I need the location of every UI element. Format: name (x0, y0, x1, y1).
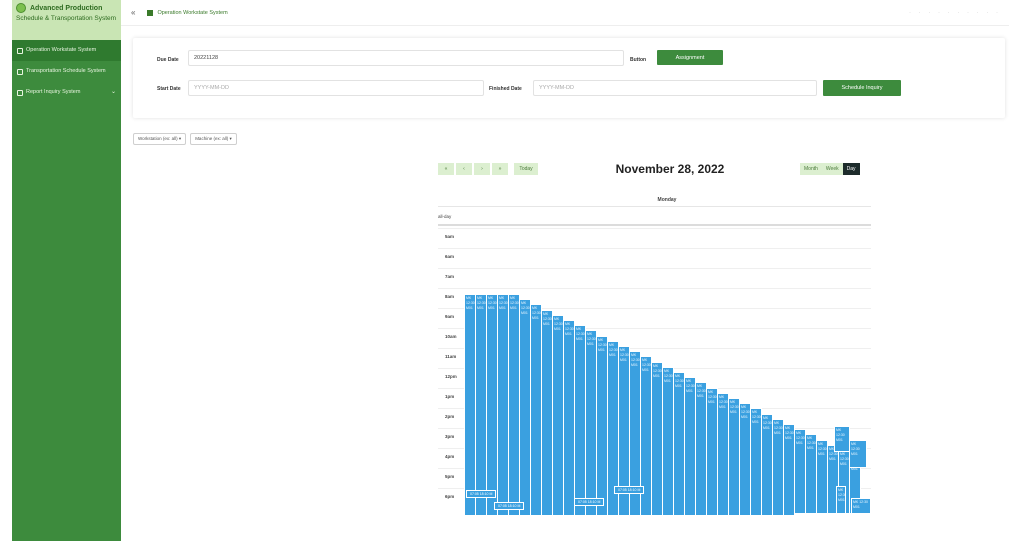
calendar-title: November 28, 2022 (615, 162, 725, 176)
logo-icon (16, 3, 26, 13)
chevron-down-icon: ⌄ (110, 89, 116, 95)
prev-button[interactable]: ‹ (456, 163, 472, 175)
next-button[interactable]: › (474, 163, 490, 175)
assignment-button[interactable]: Assignment (657, 50, 723, 65)
schedule-inquiry-button[interactable]: Schedule Inquiry (823, 80, 901, 96)
hour-label: 2pm (445, 414, 455, 419)
sidebar-item-transportation[interactable]: Transportation Schedule System (12, 61, 121, 82)
hour-label: 9am (445, 314, 455, 319)
collapse-menu-icon[interactable]: « (131, 8, 135, 17)
calendar-event[interactable]: MK 12:30 M01 (851, 498, 871, 514)
month-view-button[interactable]: Month (800, 163, 822, 175)
sidebar-item-operation[interactable]: Operation Workstate System (12, 40, 121, 61)
time-grid: 5am 6am 7am 8am 9am 10am 11am 12pm 1pm 2pm 3pm 4pm 5… (438, 228, 871, 518)
hour-label: 6am (445, 254, 455, 259)
finished-date-label: Finished Date (489, 86, 522, 92)
brand-title: Advanced Production (30, 4, 103, 12)
prev-year-button[interactable]: « (438, 163, 454, 175)
truck-icon (17, 69, 23, 75)
button-label: Button (630, 57, 647, 63)
filter-bar: Workstation (ex: all) ▾ Machine (ex: all… (133, 133, 237, 145)
hour-label: 4pm (445, 454, 455, 459)
sidebar: Advanced Production Schedule & Transport… (12, 0, 121, 541)
week-view-button[interactable]: Week (821, 163, 843, 175)
event-tag[interactable]: 07:05 18:10 M (614, 486, 645, 494)
next-year-button[interactable]: » (492, 163, 508, 175)
sidebar-item-label: Operation Workstate System (26, 47, 97, 53)
day-column-header: Monday (657, 197, 677, 203)
user-icon (17, 48, 23, 54)
search-form: Due Date Button Assignment Start Date Fi… (133, 38, 1005, 118)
all-day-row: all-day (438, 206, 871, 226)
sidebar-item-label: Transportation Schedule System (26, 68, 106, 74)
all-day-label: all-day (438, 214, 452, 219)
start-date-label: Start Date (157, 86, 181, 92)
start-date-input[interactable] (188, 80, 484, 96)
hour-label: 5am (445, 234, 455, 239)
calendar-event[interactable]: MK 12:30 M01 (836, 486, 846, 514)
finished-date-input[interactable] (533, 80, 817, 96)
hour-label: 11am (445, 354, 457, 359)
day-view-button[interactable]: Day (842, 163, 860, 175)
hour-label: 1pm (445, 394, 455, 399)
hour-label: 7am (445, 274, 455, 279)
breadcrumb-label: Operation Workstate System (157, 9, 228, 16)
hour-label: 6pm (445, 494, 455, 499)
hour-label: 8am (445, 294, 455, 299)
workstation-filter[interactable]: Workstation (ex: all) ▾ (133, 133, 187, 145)
hour-label: 12pm (445, 374, 457, 379)
brand-subtitle: Schedule & Transportation System (16, 15, 117, 22)
sidebar-item-label: Report Inquiry System (26, 89, 81, 95)
due-date-input[interactable] (188, 50, 624, 66)
topbar: « Operation Workstate System · · · · · ·… (121, 0, 1009, 26)
hour-label: 3pm (445, 434, 455, 439)
more-dots-icon: · · · · · · · · · · (909, 10, 1001, 16)
calendar-nav: « ‹ › » Today (438, 163, 538, 175)
hour-label: 10am (445, 334, 457, 339)
brand-header[interactable]: Advanced Production Schedule & Transport… (12, 0, 121, 40)
view-switcher: Month Week Day (800, 163, 860, 175)
report-icon (17, 90, 23, 96)
sidebar-item-report[interactable]: Report Inquiry System ⌄ (12, 82, 121, 103)
events-layer: MK 12:30 M01 MK 12:30 M01 MK 12:30 M01 MK 1… (464, 228, 871, 518)
grid-icon (147, 9, 154, 16)
event-tag[interactable]: 07:05 18:10 M (494, 502, 525, 510)
hour-label: 5pm (445, 474, 455, 479)
due-date-label: Due Date (157, 57, 179, 63)
machine-filter[interactable]: Machine (ex: all) ▾ (190, 133, 237, 145)
event-tag[interactable]: 07:05 18:10 M (574, 498, 605, 506)
calendar-event[interactable]: MK 12:30 M01 (834, 426, 850, 452)
calendar-event[interactable]: MK 12:30 M01 (849, 440, 867, 468)
breadcrumb: Operation Workstate System (147, 9, 228, 16)
event-tag[interactable]: 07:05 18:10 M (466, 490, 497, 498)
today-button[interactable]: Today (514, 163, 538, 175)
